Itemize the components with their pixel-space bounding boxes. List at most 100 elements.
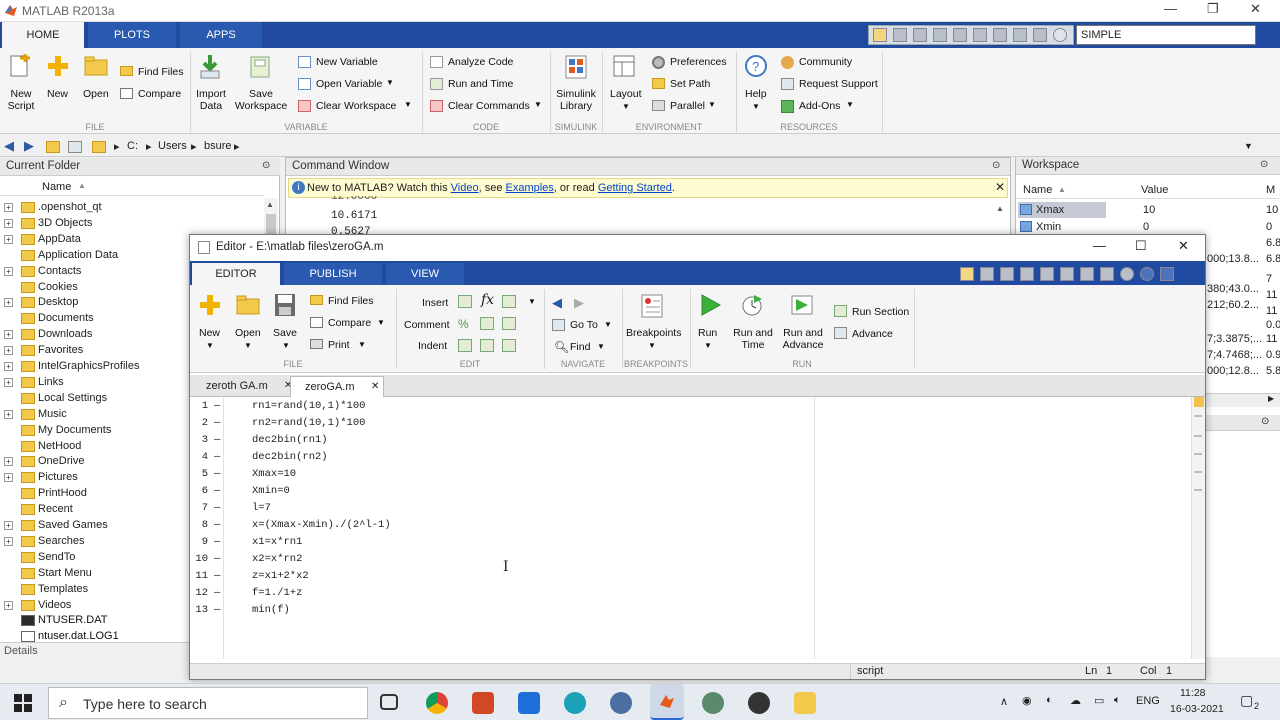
code-line[interactable]: f=1./1+z <box>252 587 302 599</box>
paste-icon[interactable] <box>953 28 967 42</box>
cut-icon[interactable] <box>913 28 927 42</box>
doc-tab-zeroth-ga[interactable]: zeroth GA.m ✕ <box>192 376 294 397</box>
redo-icon[interactable] <box>993 28 1007 42</box>
tray-app-icon[interactable]: ◉ <box>1022 694 1032 707</box>
clock-date[interactable]: 16-03-2021 <box>1170 703 1224 715</box>
cut-icon[interactable] <box>1000 267 1014 281</box>
expand-icon[interactable]: + <box>4 266 13 276</box>
doc-tab-zeroga[interactable]: zeroGA.m ✕ <box>290 376 384 397</box>
code-line[interactable]: rn2=rand(10,1)*100 <box>252 417 365 429</box>
folder-list-item[interactable]: + .openshot_qt <box>0 200 262 215</box>
file-explorer-icon[interactable] <box>794 692 816 714</box>
new-dropdown-icon[interactable]: ▼ <box>206 341 214 350</box>
editor-close-button[interactable]: ✕ <box>1178 238 1189 254</box>
panel-menu-icon[interactable]: ⊙ <box>1261 416 1269 427</box>
open-variable-dropdown-icon[interactable]: ▼ <box>386 78 394 87</box>
volume-icon[interactable]: 🔈︎ <box>1114 694 1121 707</box>
back-arrow-icon[interactable]: ◀ <box>552 295 562 311</box>
breakpoint-marker[interactable]: — <box>214 553 220 565</box>
chrome-icon[interactable] <box>426 692 448 714</box>
find-dropdown-icon[interactable]: ▼ <box>597 342 605 351</box>
clear-commands-dropdown-icon[interactable]: ▼ <box>534 100 542 109</box>
comment-icon[interactable]: % <box>458 317 469 331</box>
panel-menu-icon[interactable]: ⊙ <box>1260 159 1268 170</box>
language-indicator[interactable]: ENG <box>1136 695 1160 707</box>
name-column-header[interactable]: Name ▲ <box>0 178 264 196</box>
ws-value-column[interactable]: Value <box>1141 184 1168 196</box>
expand-icon[interactable]: + <box>4 536 13 546</box>
add-ons-dropdown-icon[interactable]: ▼ <box>846 100 854 109</box>
help-icon[interactable] <box>1120 267 1134 281</box>
shortcut-icon[interactable] <box>960 267 974 281</box>
expand-icon[interactable]: + <box>4 521 13 530</box>
undo-icon[interactable] <box>973 28 987 42</box>
forward-arrow-icon[interactable]: ▶ <box>24 138 34 154</box>
address-dropdown-icon[interactable]: ▼ <box>1244 141 1253 151</box>
editor-minimize-button[interactable]: — <box>1093 238 1106 253</box>
breakpoint-marker[interactable]: — <box>214 400 220 412</box>
insert-dropdown-icon[interactable]: ▼ <box>528 297 536 306</box>
expand-icon[interactable]: + <box>4 330 13 340</box>
camera-app-icon[interactable] <box>748 692 770 714</box>
tab-view[interactable]: VIEW <box>386 263 464 285</box>
settings-app-icon[interactable] <box>702 692 724 714</box>
forward-arrow-icon[interactable]: ▶ <box>574 295 584 311</box>
expand-icon[interactable]: + <box>4 234 13 244</box>
task-view-icon[interactable] <box>380 694 398 710</box>
ws-m-column[interactable]: M <box>1266 184 1275 196</box>
breakpoint-marker[interactable]: — <box>214 519 220 531</box>
edge-icon[interactable] <box>564 692 586 714</box>
print-icon[interactable] <box>1033 28 1047 42</box>
workspace-row[interactable]: Xmin <box>1018 219 1106 233</box>
breakpoint-marker[interactable]: — <box>214 434 220 446</box>
getting-started-link[interactable]: Getting Started <box>598 182 672 194</box>
insert-icon[interactable] <box>502 295 516 308</box>
breakpoints-dropdown-icon[interactable]: ▼ <box>648 341 656 350</box>
expand-icon[interactable]: + <box>4 298 13 308</box>
breakpoint-marker[interactable]: — <box>214 570 220 582</box>
undo-icon[interactable] <box>1060 267 1074 281</box>
onedrive-icon[interactable]: ☁ <box>1070 694 1081 707</box>
code-line[interactable]: x1=x*rn1 <box>252 536 302 548</box>
tab-plots[interactable]: PLOTS <box>88 22 176 48</box>
expand-icon[interactable]: + <box>4 362 13 371</box>
expand-icon[interactable]: + <box>4 203 13 212</box>
clear-search-icon[interactable]: ✕ <box>1243 27 1253 41</box>
folder-list-item[interactable]: +3D Objects <box>0 216 262 231</box>
expand-icon[interactable]: + <box>4 473 13 483</box>
switch-windows-icon[interactable] <box>1100 267 1114 281</box>
mail-icon[interactable] <box>518 692 540 714</box>
video-link[interactable]: Video <box>451 182 479 194</box>
code-line[interactable]: min(f) <box>252 604 290 616</box>
save-dropdown-icon[interactable]: ▼ <box>282 341 290 350</box>
wrap-comments-icon[interactable] <box>502 317 516 330</box>
tab-home[interactable]: HOME <box>2 22 84 48</box>
breadcrumb-drive[interactable]: C: <box>127 140 138 152</box>
switch-windows-icon[interactable] <box>1013 28 1027 42</box>
insert-function-icon[interactable]: fx <box>481 292 494 308</box>
parallel-dropdown-icon[interactable]: ▼ <box>708 100 716 109</box>
workspace-row[interactable]: Xmax <box>1018 202 1106 218</box>
goto-dropdown-icon[interactable]: ▼ <box>604 320 612 329</box>
print-dropdown-icon[interactable]: ▼ <box>358 340 366 349</box>
increase-indent-icon[interactable] <box>480 339 494 352</box>
save-icon[interactable] <box>893 28 907 42</box>
back-arrow-icon[interactable]: ◀ <box>4 138 14 154</box>
expand-icon[interactable]: + <box>4 409 13 419</box>
tray-app-icon[interactable]: ◐ <box>1046 694 1053 706</box>
decrease-indent-icon[interactable] <box>502 339 516 352</box>
ribbon-menu-icon[interactable] <box>1140 267 1154 281</box>
panel-menu-icon[interactable]: ⊙ <box>992 160 1000 171</box>
code-line[interactable]: Xmax=10 <box>252 468 296 480</box>
breakpoint-marker[interactable]: — <box>214 587 220 599</box>
code-line[interactable]: rn1=rand(10,1)*100 <box>252 400 365 412</box>
clock-time[interactable]: 11:28 <box>1180 687 1206 699</box>
panel-menu-icon[interactable]: ⊙ <box>262 160 270 171</box>
breadcrumb-bsure[interactable]: bsure <box>204 140 232 152</box>
matlab-taskbar-button[interactable] <box>650 684 684 720</box>
smart-indent-icon[interactable] <box>458 339 472 352</box>
code-line[interactable]: dec2bin(rn2) <box>252 451 328 463</box>
shortcut-icon[interactable] <box>873 28 887 42</box>
breakpoint-marker[interactable]: — <box>214 536 220 548</box>
clear-workspace-dropdown-icon[interactable]: ▼ <box>404 100 412 109</box>
